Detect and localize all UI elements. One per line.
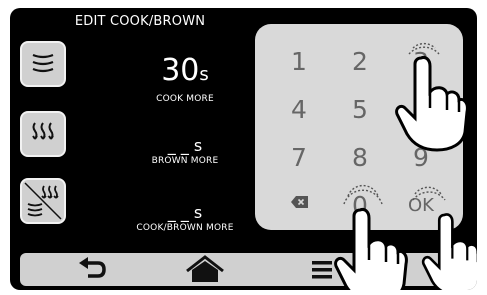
tapping-hand-icon (334, 208, 408, 290)
key-5[interactable]: 5 (340, 90, 380, 130)
back-arrow-icon (79, 257, 106, 278)
cook-brown-more-label: COOK/BROWN MORE (136, 223, 234, 233)
key-backspace[interactable] (279, 182, 319, 222)
cook-brown-more-value[interactable]: _ _ s (100, 205, 270, 221)
key-1[interactable]: 1 (279, 42, 319, 82)
backspace-icon (291, 196, 308, 208)
cook-more-button[interactable] (20, 41, 66, 87)
key-7[interactable]: 7 (279, 138, 319, 178)
tapping-hand-icon (395, 56, 469, 152)
key-8[interactable]: 8 (340, 138, 380, 178)
brown-more-label: BROWN MORE (151, 156, 219, 166)
cook-waves-icon (32, 53, 54, 73)
cook-more-label: COOK MORE (156, 94, 214, 104)
key-2[interactable]: 2 (340, 42, 380, 82)
page-title: EDIT COOK/BROWN (74, 14, 206, 29)
home-button[interactable] (175, 253, 235, 286)
back-button[interactable] (64, 253, 124, 286)
cook-brown-more-button[interactable] (20, 178, 66, 224)
key-4[interactable]: 4 (279, 90, 319, 130)
home-icon (186, 255, 224, 282)
cook-more-value[interactable]: 30s (100, 56, 270, 90)
tapping-hand-icon (421, 213, 477, 290)
brown-more-value[interactable]: _ _ s (100, 138, 270, 154)
cook-brown-icon (24, 182, 62, 220)
oven-display: EDIT COOK/BROWN 30s COOK MORE _ _ s BROW… (10, 8, 477, 290)
brown-more-button[interactable] (20, 111, 66, 157)
brown-heat-icon (32, 122, 54, 140)
